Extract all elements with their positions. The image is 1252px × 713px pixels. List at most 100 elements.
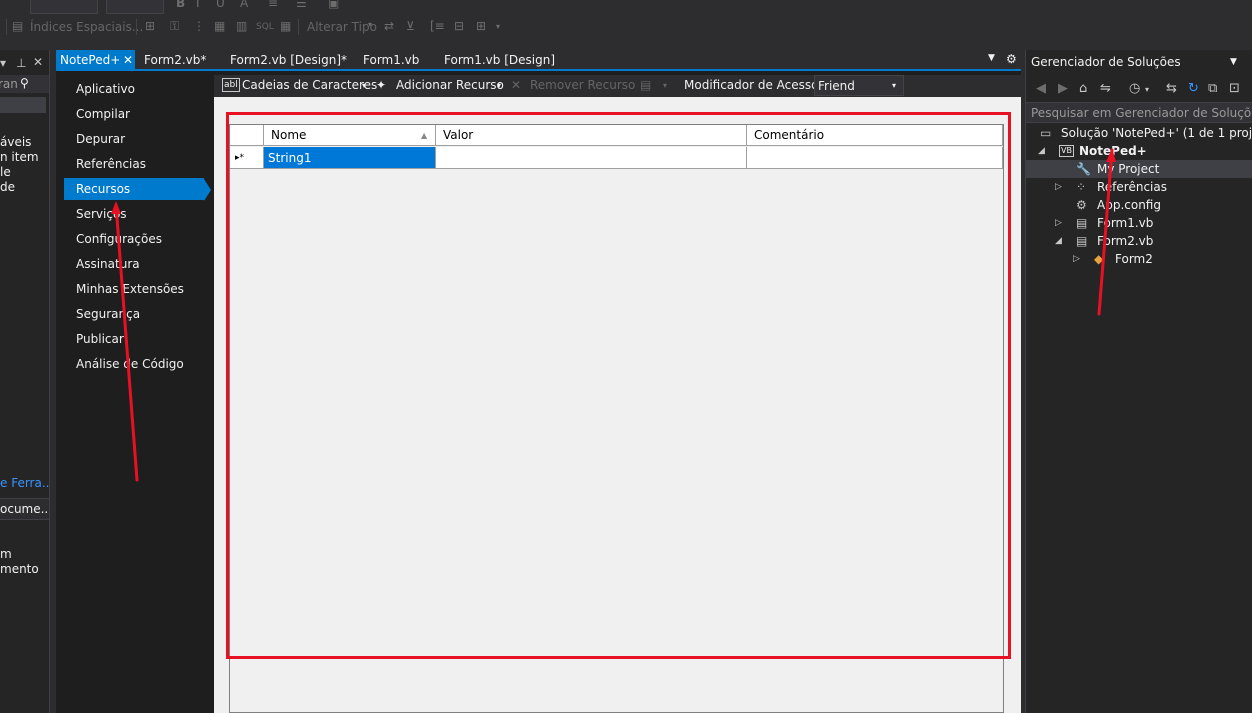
chevron-down-icon[interactable]: ▾ bbox=[497, 81, 501, 90]
doc-outline-header[interactable]: ocume... bbox=[0, 498, 49, 520]
collapsed-icon[interactable]: ▷ bbox=[1055, 178, 1062, 196]
chevron-down-icon[interactable]: ▾ bbox=[1145, 85, 1149, 94]
nav-referencias[interactable]: Referências bbox=[64, 153, 204, 175]
toolbox-link[interactable]: e Ferra... bbox=[0, 476, 49, 490]
views-icon[interactable]: ▤ bbox=[640, 78, 651, 92]
search-box[interactable]: ran ⚲ bbox=[0, 75, 49, 93]
tree-my-project[interactable]: 🔧 My Project bbox=[1026, 160, 1252, 178]
panel-menu-icon[interactable]: ▼ bbox=[1230, 57, 1237, 67]
back-icon[interactable]: ◀ bbox=[1036, 81, 1046, 96]
tab-noteped-project[interactable]: NotePed+ ✕ bbox=[56, 50, 135, 71]
nav-compilar[interactable]: Compilar bbox=[64, 103, 204, 125]
underline-icon[interactable]: U bbox=[216, 0, 225, 10]
nav-recursos[interactable]: Recursos bbox=[64, 178, 204, 200]
add-resource-button[interactable]: Adicionar Recurso bbox=[396, 78, 504, 92]
nav-analise-codigo[interactable]: Análise de Código bbox=[64, 353, 204, 375]
cell-comment[interactable] bbox=[747, 147, 1003, 169]
expanded-icon[interactable]: ◢ bbox=[1038, 142, 1045, 160]
font-color-icon[interactable]: A bbox=[240, 0, 248, 10]
filter-icon[interactable]: ⊟ bbox=[454, 19, 464, 33]
italic-icon[interactable]: I bbox=[196, 0, 200, 10]
column-header-nome[interactable]: Nome ▲ bbox=[264, 125, 436, 146]
close-icon[interactable]: ✕ bbox=[33, 55, 43, 69]
tree-form2[interactable]: ◢ ▤ Form2.vb bbox=[1026, 232, 1252, 250]
execute-icon[interactable]: ⇄ bbox=[384, 19, 394, 33]
tab-form1-vb[interactable]: Form1.vb bbox=[363, 50, 419, 71]
chevron-down-icon[interactable]: ▾ bbox=[362, 81, 366, 90]
search-icon[interactable]: ⚲ bbox=[20, 76, 29, 90]
grid-icon[interactable]: ▦ bbox=[214, 19, 225, 33]
home-icon[interactable]: ⌂ bbox=[1079, 81, 1087, 96]
sync-icon[interactable]: ⇆ bbox=[1166, 81, 1177, 96]
tab-dropdown-icon[interactable]: ▼ bbox=[988, 53, 995, 63]
align-icon[interactable]: ≡ bbox=[268, 0, 278, 10]
tree-form2-class[interactable]: ▷ ◆ Form2 bbox=[1026, 250, 1252, 268]
tab-form1-design[interactable]: Form1.vb [Design] bbox=[444, 50, 555, 71]
doc-text-line: m bbox=[0, 547, 12, 561]
cell-value[interactable] bbox=[436, 147, 747, 169]
chevron-down-icon[interactable]: ▾ bbox=[368, 20, 372, 29]
row-marker[interactable]: ▸* bbox=[230, 147, 264, 169]
overflow-icon[interactable]: ▾ bbox=[496, 22, 500, 31]
spatial-index-icon[interactable]: ▤ bbox=[12, 19, 23, 33]
font-combo[interactable] bbox=[30, 0, 98, 14]
tree-solution[interactable]: ▭ Solução 'NotePed+' (1 de 1 projeto) bbox=[1026, 124, 1252, 142]
tree-references[interactable]: ▷ ⁘ Referências bbox=[1026, 178, 1252, 196]
collapsed-icon[interactable]: ▷ bbox=[1055, 214, 1062, 232]
view-icon[interactable]: ▥ bbox=[236, 19, 247, 33]
pin-icon[interactable]: ⊥ bbox=[16, 56, 26, 70]
column-header-comentario[interactable]: Comentário bbox=[747, 125, 1003, 146]
table-icon[interactable]: ⊞ bbox=[145, 19, 155, 33]
strings-dropdown[interactable]: Cadeias de Caracteres bbox=[242, 78, 377, 92]
chevron-down-icon[interactable]: ▾ bbox=[663, 81, 667, 90]
image-icon[interactable]: ▣ bbox=[328, 0, 339, 10]
tree-project[interactable]: ◢ VB NotePed+ bbox=[1026, 142, 1252, 160]
change-type-button[interactable]: Alterar Tipo bbox=[307, 20, 377, 34]
close-icon[interactable]: ✕ bbox=[123, 50, 133, 71]
bold-icon[interactable]: B bbox=[176, 0, 185, 10]
resource-grid[interactable]: Nome ▲ Valor Comentário ▸* String1 bbox=[229, 124, 1004, 713]
nav-servicos[interactable]: Serviços bbox=[64, 203, 204, 225]
access-modifier-select[interactable]: Friend ▾ bbox=[814, 75, 904, 96]
collapsed-icon[interactable]: ▷ bbox=[1073, 250, 1080, 268]
sql-pane-button[interactable]: SQL bbox=[256, 22, 274, 32]
show-all-files-icon[interactable]: ⊡ bbox=[1229, 81, 1240, 96]
panel-menu-icon[interactable]: ▾ bbox=[0, 56, 6, 70]
collapse-all-icon[interactable]: ⧉ bbox=[1208, 81, 1217, 96]
vb-project-icon: VB bbox=[1059, 145, 1074, 157]
results-icon[interactable]: ▦ bbox=[280, 19, 291, 33]
column-header-valor[interactable]: Valor bbox=[436, 125, 747, 146]
cell-name[interactable]: String1 bbox=[264, 147, 436, 169]
group-by-icon[interactable]: [≡ bbox=[430, 19, 445, 33]
nav-assinatura[interactable]: Assinatura bbox=[64, 253, 204, 275]
tab-form2-vb[interactable]: Form2.vb* bbox=[144, 50, 206, 71]
tab-form2-design[interactable]: Form2.vb [Design]* bbox=[230, 50, 347, 71]
refresh-icon[interactable]: ↻ bbox=[1188, 81, 1199, 96]
key-icon[interactable]: ⚿ bbox=[170, 19, 179, 34]
nav-minhas-extensoes[interactable]: Minhas Extensões bbox=[64, 278, 204, 300]
strings-icon: abl bbox=[222, 78, 240, 92]
solution-explorer: Gerenciador de Soluções ▼ ◀ ▶ ⌂ ⇋ ◷ ▾ ⇆ … bbox=[1025, 50, 1252, 713]
spatial-indexes-button[interactable]: Índices Espaciais... bbox=[30, 20, 143, 34]
expanded-icon[interactable]: ◢ bbox=[1055, 232, 1062, 250]
size-combo[interactable] bbox=[106, 0, 164, 14]
verify-icon[interactable]: ⊻ bbox=[406, 19, 415, 33]
relationship-icon[interactable]: ⋮ bbox=[193, 19, 205, 33]
nav-seguranca[interactable]: Segurança bbox=[64, 303, 204, 325]
list-icon[interactable]: ☰ bbox=[296, 0, 307, 10]
solution-search-input[interactable]: Pesquisar em Gerenciador de Soluções (Ct bbox=[1031, 106, 1252, 120]
remove-resource-button[interactable]: Remover Recurso bbox=[530, 78, 635, 92]
nav-depurar[interactable]: Depurar bbox=[64, 128, 204, 150]
tree-app-config[interactable]: ⚙ App.config bbox=[1026, 196, 1252, 214]
search-input[interactable]: ran bbox=[0, 77, 18, 91]
nav-aplicativo[interactable]: Aplicativo bbox=[64, 78, 204, 100]
tree-form1[interactable]: ▷ ▤ Form1.vb bbox=[1026, 214, 1252, 232]
nav-configuracoes[interactable]: Configurações bbox=[64, 228, 204, 250]
gear-icon[interactable]: ⚙ bbox=[1006, 52, 1017, 66]
pending-changes-icon[interactable]: ◷ bbox=[1129, 81, 1140, 96]
forward-icon[interactable]: ▶ bbox=[1058, 81, 1068, 96]
solution-search-box[interactable]: Pesquisar em Gerenciador de Soluções (Ct bbox=[1026, 102, 1252, 123]
switch-views-icon[interactable]: ⇋ bbox=[1100, 81, 1111, 96]
nav-publicar[interactable]: Publicar bbox=[64, 328, 204, 350]
add-table-icon[interactable]: ⊞ bbox=[476, 19, 486, 33]
